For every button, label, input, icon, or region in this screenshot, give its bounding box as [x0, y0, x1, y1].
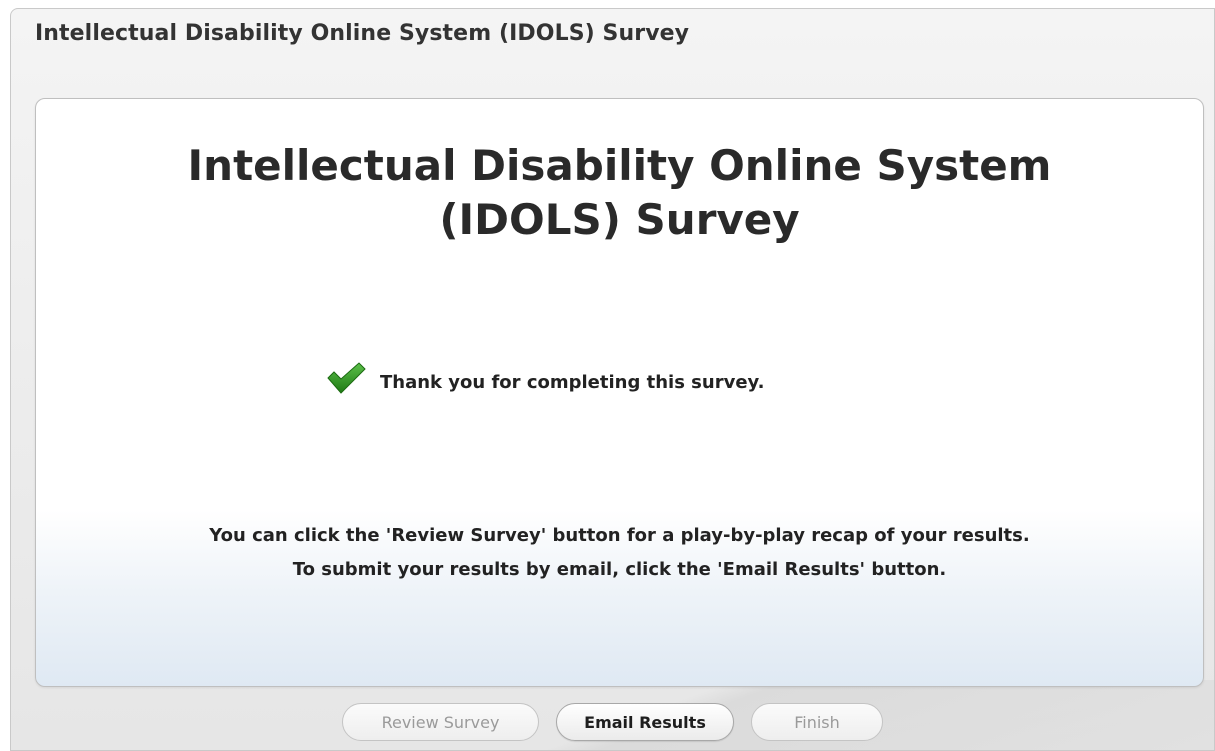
- survey-title: Intellectual Disability Online System (I…: [187, 141, 1052, 244]
- completion-message: Thank you for completing this survey.: [326, 361, 764, 395]
- email-results-button[interactable]: Email Results: [556, 703, 734, 741]
- window-title: Intellectual Disability Online System (I…: [35, 21, 690, 46]
- check-icon: [327, 362, 366, 394]
- instruction-line-review: You can click the 'Review Survey' button…: [209, 525, 1030, 546]
- instructions: You can click the 'Review Survey' button…: [36, 519, 1203, 587]
- instruction-line-email: To submit your results by email, click t…: [292, 559, 947, 580]
- finish-button[interactable]: Finish: [751, 703, 883, 741]
- thank-you-text: Thank you for completing this survey.: [380, 372, 765, 393]
- survey-window: Intellectual Disability Online System (I…: [10, 8, 1215, 751]
- completion-card: Intellectual Disability Online System (I…: [35, 98, 1204, 687]
- review-survey-button[interactable]: Review Survey: [342, 703, 539, 741]
- button-bar: Review Survey Email Results Finish: [11, 703, 1214, 741]
